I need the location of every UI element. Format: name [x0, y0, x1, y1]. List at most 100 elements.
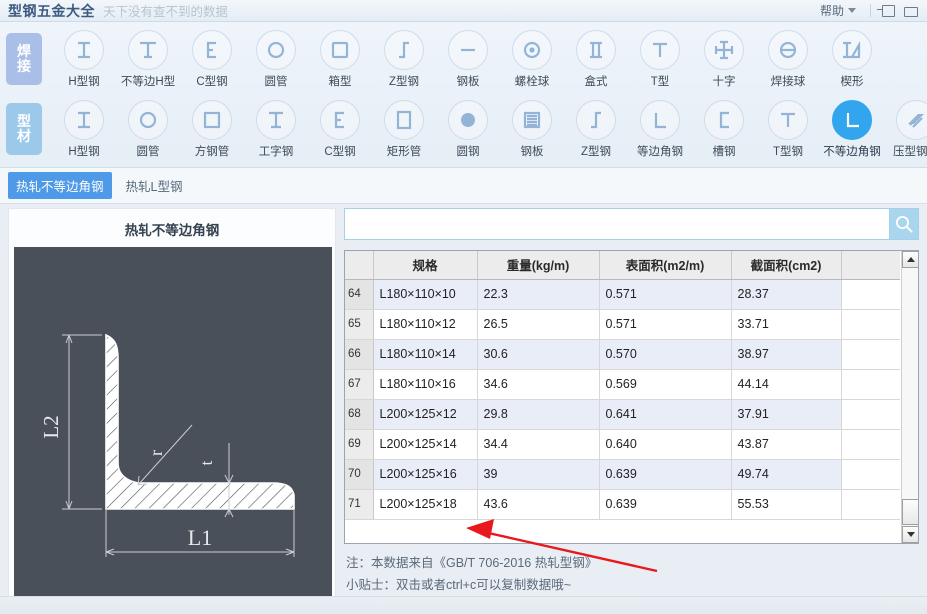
wedge-icon — [832, 29, 872, 70]
tool-bolt-ball-weld[interactable]: 螺栓球 — [500, 29, 564, 89]
cell-blank — [841, 279, 900, 310]
table-row[interactable]: 68 L200×125×12 29.8 0.641 37.91 — [345, 399, 900, 430]
cell-surface-area[interactable]: 0.570 — [599, 339, 732, 370]
cell-section-area[interactable]: 49.74 — [731, 459, 842, 490]
tool-rect-pipe-section[interactable]: 矩形管 — [372, 99, 436, 159]
tool-label: 圆钢 — [456, 145, 480, 158]
tool-round-pipe-section[interactable]: 圆管 — [116, 99, 180, 159]
cell-section-area[interactable]: 38.97 — [731, 339, 842, 370]
cell-section-area[interactable]: 28.37 — [731, 279, 842, 310]
row-index: 64 — [345, 279, 374, 310]
help-button[interactable]: 帮助 — [812, 2, 864, 19]
table-vertical-scrollbar[interactable] — [901, 251, 918, 543]
tool-unequal-angle-section[interactable]: 不等边角钢 — [820, 99, 884, 159]
cell-blank — [841, 399, 900, 430]
table-row[interactable]: 65 L180×110×12 26.5 0.571 33.71 — [345, 309, 900, 340]
cell-weight[interactable]: 34.6 — [477, 369, 600, 400]
cell-spec[interactable]: L180×110×14 — [373, 339, 478, 370]
tool-steel-plate-section[interactable]: 钢板 — [500, 99, 564, 159]
tool-z-section-section[interactable]: Z型钢 — [564, 99, 628, 159]
column-header-index[interactable] — [345, 251, 374, 280]
pin-icon[interactable] — [877, 3, 899, 19]
cell-surface-area[interactable]: 0.640 — [599, 429, 732, 460]
tool-channel-section[interactable]: 槽钢 — [692, 99, 756, 159]
cell-surface-area[interactable]: 0.569 — [599, 369, 732, 400]
cell-spec[interactable]: L200×125×12 — [373, 399, 478, 430]
search-input[interactable] — [344, 208, 890, 240]
tool-t-section-weld[interactable]: T型 — [628, 29, 692, 89]
table-row[interactable]: 66 L180×110×14 30.6 0.570 38.97 — [345, 339, 900, 370]
tool-c-channel-section[interactable]: C型钢 — [308, 99, 372, 159]
tool-round-bar-section[interactable]: 圆钢 — [436, 99, 500, 159]
tool-h-beam-section[interactable]: H型钢 — [52, 99, 116, 159]
i-beam-icon — [256, 99, 296, 140]
cell-section-area[interactable]: 44.14 — [731, 369, 842, 400]
tool-box-section-weld[interactable]: 箱型 — [308, 29, 372, 89]
cell-weight[interactable]: 26.5 — [477, 309, 600, 340]
tool-profiled-plate-section[interactable]: 压型钢板 — [884, 99, 927, 159]
row-index: 71 — [345, 489, 374, 520]
cell-section-area[interactable]: 37.91 — [731, 399, 842, 430]
cell-spec[interactable]: L180×110×12 — [373, 309, 478, 340]
scroll-up-icon — [906, 257, 915, 262]
tool-welded-ball-weld[interactable]: 焊接球 — [756, 29, 820, 89]
tool-square-pipe-section[interactable]: 方钢管 — [180, 99, 244, 159]
cell-section-area[interactable]: 55.53 — [731, 489, 842, 520]
cell-weight[interactable]: 39 — [477, 459, 600, 490]
tool-round-pipe-weld[interactable]: 圆管 — [244, 29, 308, 89]
table-row[interactable]: 71 L200×125×18 43.6 0.639 55.53 — [345, 489, 900, 520]
table-row[interactable]: 64 L180×110×10 22.3 0.571 28.37 — [345, 279, 900, 310]
cell-spec[interactable]: L180×110×16 — [373, 369, 478, 400]
column-header-surface-area[interactable]: 表面积(m2/m) — [599, 251, 732, 280]
tool-cross-section-weld[interactable]: 十字 — [692, 29, 756, 89]
tool-label: 圆管 — [264, 75, 288, 88]
search-button[interactable] — [890, 208, 919, 240]
tool-equal-angle-section[interactable]: 等边角钢 — [628, 99, 692, 159]
scroll-up-button[interactable] — [902, 251, 918, 268]
tool-t-steel-section[interactable]: T型钢 — [756, 99, 820, 159]
cell-spec[interactable]: L200×125×14 — [373, 429, 478, 460]
table-row[interactable]: 69 L200×125×14 34.4 0.640 43.87 — [345, 429, 900, 460]
scroll-down-icon — [906, 532, 915, 537]
category-chip-sections[interactable]: 型 材 — [6, 103, 42, 155]
minimize-icon[interactable] — [899, 3, 921, 19]
search-row — [344, 208, 919, 240]
cell-surface-area[interactable]: 0.641 — [599, 399, 732, 430]
table-scroll-viewport[interactable]: 规格 重量(kg/m) 表面积(m2/m) 截面积(cm2) 64 L180×1… — [345, 251, 901, 543]
tool-i-beam-section[interactable]: 工字钢 — [244, 99, 308, 159]
cell-spec[interactable]: L200×125×18 — [373, 489, 478, 520]
tab-hot-rolled-unequal-angle[interactable]: 热轧不等边角钢 — [8, 172, 112, 199]
cell-weight[interactable]: 30.6 — [477, 339, 600, 370]
column-header-section-area[interactable]: 截面积(cm2) — [731, 251, 842, 280]
cell-spec[interactable]: L200×125×16 — [373, 459, 478, 490]
cell-weight[interactable]: 43.6 — [477, 489, 600, 520]
cell-section-area[interactable]: 43.87 — [731, 429, 842, 460]
scrollbar-thumb[interactable] — [902, 499, 918, 525]
cell-weight[interactable]: 29.8 — [477, 399, 600, 430]
cell-surface-area[interactable]: 0.571 — [599, 309, 732, 340]
table-row[interactable]: 67 L180×110×16 34.6 0.569 44.14 — [345, 369, 900, 400]
tool-unequal-h-beam-weld[interactable]: 不等边H型 — [116, 29, 180, 89]
tool-c-channel-weld[interactable]: C型钢 — [180, 29, 244, 89]
cell-weight[interactable]: 22.3 — [477, 279, 600, 310]
tool-z-section-weld[interactable]: Z型钢 — [372, 29, 436, 89]
cell-weight[interactable]: 34.4 — [477, 429, 600, 460]
cell-surface-area[interactable]: 0.639 — [599, 459, 732, 490]
tool-wedge-weld[interactable]: 楔形 — [820, 29, 884, 89]
tool-label: 盒式 — [584, 75, 608, 88]
tool-steel-plate-weld[interactable]: 钢板 — [436, 29, 500, 89]
cell-section-area[interactable]: 33.71 — [731, 309, 842, 340]
tool-h-beam-weld[interactable]: H型钢 — [52, 29, 116, 89]
category-chip-welding[interactable]: 焊 接 — [6, 33, 42, 85]
cell-surface-area[interactable]: 0.639 — [599, 489, 732, 520]
scroll-down-button[interactable] — [902, 526, 918, 543]
column-header-spec[interactable]: 规格 — [373, 251, 478, 280]
title-bar-controls: 帮助 — [812, 2, 927, 19]
tool-box-type-weld[interactable]: 盒式 — [564, 29, 628, 89]
cell-spec[interactable]: L180×110×10 — [373, 279, 478, 310]
table-row[interactable]: 70 L200×125×16 39 0.639 49.74 — [345, 459, 900, 490]
tab-hot-rolled-l-section[interactable]: 热轧L型钢 — [118, 172, 191, 199]
column-header-weight[interactable]: 重量(kg/m) — [477, 251, 600, 280]
cell-surface-area[interactable]: 0.571 — [599, 279, 732, 310]
equal-angle-icon — [640, 99, 680, 140]
